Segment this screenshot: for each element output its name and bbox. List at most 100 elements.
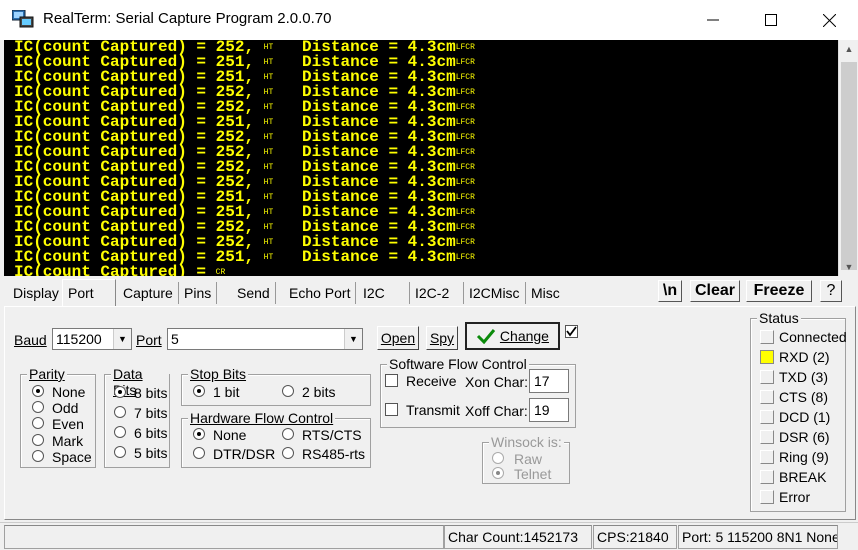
tab-i2cmisc[interactable]: I2CMisc [464, 282, 526, 304]
tab-char-marker: HT [263, 73, 274, 82]
data-bits-5-radio[interactable] [114, 446, 126, 458]
hw-flow-rts-cts-radio[interactable] [282, 428, 294, 440]
status-led [760, 430, 774, 444]
hw-flow-none-radio[interactable] [193, 428, 205, 440]
transmit-checkbox[interactable] [385, 403, 398, 416]
hw-flow-none-label: None [213, 427, 247, 443]
tab-char-marker: HT [263, 253, 274, 262]
minimize-button[interactable] [684, 0, 742, 40]
tab-char-marker: HT [263, 88, 274, 97]
parity-title: Parity [27, 366, 67, 382]
tab-char-marker: HT [263, 178, 274, 187]
line-end-marker: LFCR [455, 118, 475, 127]
tab-i2c[interactable]: I2C [358, 282, 410, 304]
newline-button[interactable]: \n [658, 280, 682, 302]
data-bits-8-label: 8 bits [134, 385, 168, 401]
chevron-down-icon[interactable]: ▼ [344, 329, 362, 349]
xoff-char-input[interactable]: 19 [529, 398, 569, 422]
parity-mark-label: Mark [52, 433, 84, 449]
status-label: TXD (3) [779, 369, 828, 385]
line-end-marker: LFCR [455, 73, 475, 82]
scrollbar-thumb[interactable] [841, 62, 857, 270]
status-title: Status [757, 310, 801, 326]
tab-send[interactable]: Send [232, 282, 276, 304]
line-end-marker: LFCR [455, 88, 475, 97]
line-end-marker: LFCR [455, 163, 475, 172]
maximize-button[interactable] [742, 0, 800, 40]
tab-char-marker: HT [263, 103, 274, 112]
tab-i2c-2[interactable]: I2C-2 [410, 282, 464, 304]
data-bits-7-radio[interactable] [114, 406, 126, 418]
stop-bits-2-radio[interactable] [282, 385, 294, 397]
status-led [760, 490, 774, 504]
tab-port[interactable]: Port [62, 279, 116, 307]
line-end-marker: LFCR [455, 103, 475, 112]
minimize-icon [707, 19, 719, 21]
tab-echo-port[interactable]: Echo Port [284, 282, 357, 304]
baud-select[interactable]: 115200 ▼ [52, 328, 132, 350]
port-select[interactable]: 5 ▼ [167, 328, 363, 350]
checkmark-icon [476, 329, 496, 345]
terminal-display[interactable]: IC(count Captured) = 252, HT Distance = … [4, 40, 838, 276]
tab-pins[interactable]: Pins [179, 282, 218, 304]
tab-char-marker: HT [263, 223, 274, 232]
line-end-marker: LFCR [455, 43, 475, 52]
open-button[interactable]: Open [377, 326, 419, 350]
stop-bits-1-radio[interactable] [193, 385, 205, 397]
change-label: Change [499, 328, 549, 344]
change-button[interactable]: Change [465, 322, 560, 350]
clear-button[interactable]: Clear [690, 280, 740, 302]
status-led [760, 390, 774, 404]
status-label: BREAK [779, 469, 827, 485]
stop-bits-1-label: 1 bit [213, 384, 240, 400]
terminal-distance-text: Distance = 4.3cm [273, 248, 456, 266]
tab-capture[interactable]: Capture [118, 282, 179, 304]
baud-label: Baud [14, 332, 47, 348]
hw-flow-rs485-radio[interactable] [282, 447, 294, 459]
line-end-marker: LFCR [455, 58, 475, 67]
winsock-title: Winsock is: [489, 434, 564, 450]
terminal-scrollbar[interactable]: ▲ ▼ [838, 40, 858, 276]
close-button[interactable] [800, 0, 858, 40]
status-led [760, 450, 774, 464]
tab-display[interactable]: Display [8, 282, 65, 304]
change-checkbox[interactable] [565, 325, 578, 338]
status-led [760, 470, 774, 484]
receive-checkbox[interactable] [385, 374, 398, 387]
terminal-line: IC(count Captured) = CR [14, 264, 225, 276]
parity-mark-radio[interactable] [32, 434, 44, 446]
port-value: 5 [171, 331, 179, 347]
tab-char-marker: HT [263, 118, 274, 127]
help-button[interactable]: ? [820, 280, 842, 302]
parity-space-radio[interactable] [32, 450, 44, 462]
parity-even-radio[interactable] [32, 417, 44, 429]
chevron-down-icon[interactable]: ▼ [113, 329, 131, 349]
scroll-up-icon[interactable]: ▲ [839, 40, 858, 58]
spy-button[interactable]: Spy [426, 326, 458, 350]
stop-bits-2-label: 2 bits [302, 384, 336, 400]
port-label: Port [136, 332, 162, 348]
freeze-button[interactable]: Freeze [746, 280, 812, 302]
tab-misc[interactable]: Misc [526, 282, 570, 304]
xon-char-input[interactable]: 17 [529, 369, 569, 393]
winsock-raw-radio[interactable] [492, 452, 504, 464]
xoff-label: Xoff Char: [465, 403, 528, 419]
data-bits-6-label: 6 bits [134, 425, 168, 441]
line-end-marker: LFCR [455, 238, 475, 247]
tab-char-marker: HT [263, 58, 274, 67]
parity-odd-radio[interactable] [32, 401, 44, 413]
stop-bits-group: Stop Bits [181, 366, 371, 406]
status-label: RXD (2) [779, 349, 830, 365]
status-led [760, 370, 774, 384]
status-label: CTS (8) [779, 389, 828, 405]
parity-none-radio[interactable] [32, 385, 44, 397]
hw-flow-dtr-dsr-radio[interactable] [193, 447, 205, 459]
parity-odd-label: Odd [52, 400, 79, 416]
line-end-marker: LFCR [455, 193, 475, 202]
data-bits-8-radio[interactable] [114, 386, 126, 398]
data-bits-6-radio[interactable] [114, 426, 126, 438]
check-icon [566, 326, 577, 337]
scroll-down-icon[interactable]: ▼ [839, 258, 858, 276]
status-label: DCD (1) [779, 409, 831, 425]
winsock-telnet-radio[interactable] [492, 467, 504, 479]
